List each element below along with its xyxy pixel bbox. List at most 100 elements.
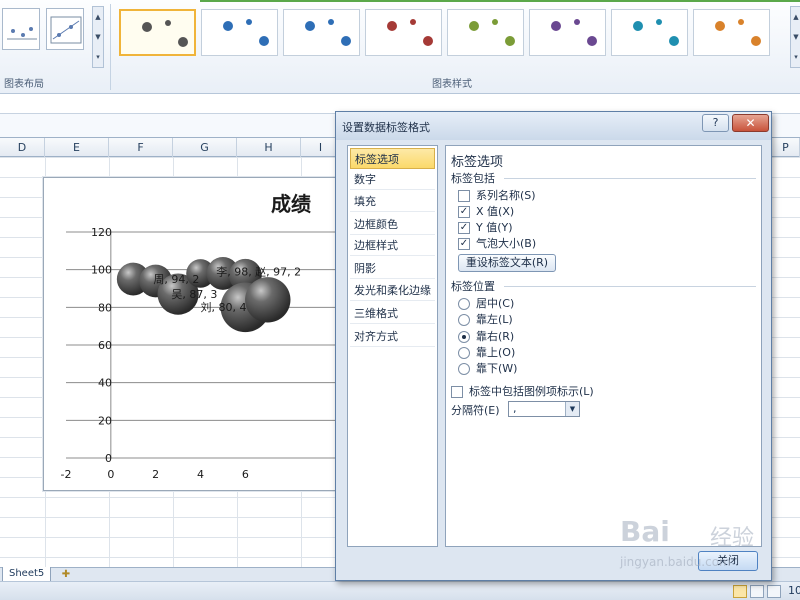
styles-gallery-scroll[interactable]: ▲ ▼ ▾ — [790, 6, 800, 68]
nav-item-number[interactable]: 数字 — [350, 169, 435, 190]
scroll-up-icon[interactable]: ▲ — [791, 7, 800, 27]
chart-style-option-8[interactable] — [693, 9, 770, 56]
help-button[interactable]: ? — [702, 114, 729, 132]
chart-style-preview — [305, 19, 351, 46]
insert-sheet-icon[interactable]: ✚ — [58, 568, 74, 581]
data-label[interactable]: 周, 94, 2 — [153, 273, 199, 286]
nav-item-border-color[interactable]: 边框颜色 — [350, 214, 435, 235]
style-preview-bubble — [165, 20, 171, 26]
x-tick-label: 0 — [107, 468, 114, 481]
chart-style-preview — [551, 19, 597, 46]
chart-style-preview — [223, 19, 269, 46]
divider — [504, 286, 756, 287]
bubble-size-checkbox[interactable]: ✓ — [458, 238, 470, 250]
chart-style-option-4[interactable] — [365, 9, 442, 56]
y-tick-label: 80 — [98, 301, 112, 314]
data-label[interactable]: 李, 98, 赵, 97, 2 — [216, 264, 301, 278]
nav-item-border-style[interactable]: 边框样式 — [350, 235, 435, 256]
nav-item-glow-soft-edges[interactable]: 发光和柔化边缘 — [350, 280, 435, 301]
column-header-p[interactable]: P — [772, 138, 800, 157]
chart-canvas: 成绩 0 20 40 60 80 100 120 -2 0 2 4 6 周, 94, 2 吴, 87,… — [61, 192, 344, 481]
style-preview-bubble — [738, 19, 744, 25]
style-preview-bubble — [387, 21, 397, 31]
bubble-chart[interactable]: 成绩 0 20 40 60 80 100 120 -2 0 2 4 6 周, 94, 2 吴, 87,… — [43, 177, 344, 491]
dialog-titlebar[interactable]: 设置数据标签格式 ? ✕ — [336, 112, 771, 140]
chart-style-option-1[interactable] — [119, 9, 196, 56]
expand-gallery-icon[interactable]: ▾ — [93, 47, 103, 67]
position-right-radio[interactable] — [458, 331, 470, 343]
y-value-checkbox[interactable]: ✓ — [458, 222, 470, 234]
chart-style-option-3[interactable] — [283, 9, 360, 56]
scroll-down-icon[interactable]: ▼ — [93, 27, 103, 47]
chart-style-option-2[interactable] — [201, 9, 278, 56]
chevron-down-icon[interactable]: ▼ — [565, 402, 579, 416]
bubble-size-label: 气泡大小(B) — [476, 237, 537, 250]
chart-title[interactable]: 成绩 — [271, 192, 311, 216]
column-header-d[interactable]: D — [0, 138, 45, 157]
chart-style-option-5[interactable] — [447, 9, 524, 56]
reset-label-text-button[interactable]: 重设标签文本(R) — [458, 254, 556, 272]
layout-gallery-scroll[interactable]: ▲ ▼ ▾ — [92, 6, 104, 68]
chart-layout-option-2[interactable] — [46, 8, 84, 50]
column-header-f[interactable]: F — [109, 138, 173, 157]
position-left-radio[interactable] — [458, 314, 470, 326]
scroll-up-icon[interactable]: ▲ — [93, 7, 103, 27]
separator-label: 分隔符(E) — [451, 404, 500, 417]
chart-style-option-6[interactable] — [529, 9, 606, 56]
include-legend-key-checkbox[interactable] — [451, 386, 463, 398]
scroll-down-icon[interactable]: ▼ — [791, 27, 800, 47]
nav-item-alignment[interactable]: 对齐方式 — [350, 326, 435, 347]
style-preview-bubble — [633, 21, 643, 31]
x-value-checkbox[interactable]: ✓ — [458, 206, 470, 218]
position-center-radio[interactable] — [458, 298, 470, 310]
style-preview-bubble — [505, 36, 515, 46]
chart-style-option-7[interactable] — [611, 9, 688, 56]
data-label[interactable]: 刘, 80, 4 — [201, 301, 247, 314]
style-preview-bubble — [341, 36, 351, 46]
chart-style-preview — [387, 19, 433, 46]
column-header-e[interactable]: E — [45, 138, 109, 157]
nav-item-3d-format[interactable]: 三维格式 — [350, 303, 435, 324]
zoom-level[interactable]: 10 — [788, 584, 800, 597]
column-header-h[interactable]: H — [237, 138, 301, 157]
style-preview-bubble — [423, 36, 433, 46]
separator-dropdown[interactable]: , ▼ — [508, 401, 580, 417]
status-bar: 10 — [0, 581, 800, 600]
layout-group-label: 图表布局 — [4, 79, 44, 90]
close-button[interactable]: 关闭 — [698, 551, 758, 571]
nav-item-label-options[interactable]: 标签选项 — [350, 148, 435, 169]
style-preview-bubble — [751, 36, 761, 46]
nav-item-shadow[interactable]: 阴影 — [350, 258, 435, 279]
column-header-g[interactable]: G — [173, 138, 237, 157]
chart-style-preview — [142, 20, 188, 47]
style-preview-bubble — [469, 21, 479, 31]
page-break-view-icon[interactable] — [767, 585, 781, 598]
chart-style-preview — [715, 19, 761, 46]
x-tick-label: 4 — [197, 468, 204, 481]
x-tick-label: 6 — [242, 468, 249, 481]
position-above-radio[interactable] — [458, 347, 470, 359]
format-data-labels-dialog: 设置数据标签格式 ? ✕ 标签选项 数字 填充 边框颜色 边框样式 阴影 发光和… — [335, 111, 772, 581]
separator-value: , — [513, 402, 517, 415]
chart-layout-option-1[interactable] — [2, 8, 40, 50]
styles-group-label: 图表样式 — [432, 79, 472, 90]
series-name-checkbox[interactable] — [458, 190, 470, 202]
style-preview-bubble — [259, 36, 269, 46]
page-layout-view-icon[interactable] — [750, 585, 764, 598]
position-above-label: 靠上(O) — [476, 346, 516, 359]
y-tick-label: 100 — [91, 264, 112, 277]
chart-style-preview — [469, 19, 515, 46]
expand-gallery-icon[interactable]: ▾ — [791, 47, 800, 67]
close-icon[interactable]: ✕ — [732, 114, 769, 132]
style-preview-bubble — [142, 22, 152, 32]
sheet-tab[interactable]: Sheet5 — [2, 567, 52, 582]
normal-view-icon[interactable] — [733, 585, 747, 598]
bubble-point[interactable] — [245, 277, 291, 323]
ribbon: ▲ ▼ ▾ 图表布局 ▲ ▼ ▾ 图表样式 — [0, 0, 800, 94]
position-below-radio[interactable] — [458, 363, 470, 375]
label-position-heading: 标签位置 — [451, 280, 495, 293]
style-preview-bubble — [305, 21, 315, 31]
nav-item-fill[interactable]: 填充 — [350, 191, 435, 212]
data-label[interactable]: 吴, 87, 3 — [171, 288, 217, 301]
group-divider — [110, 4, 111, 90]
